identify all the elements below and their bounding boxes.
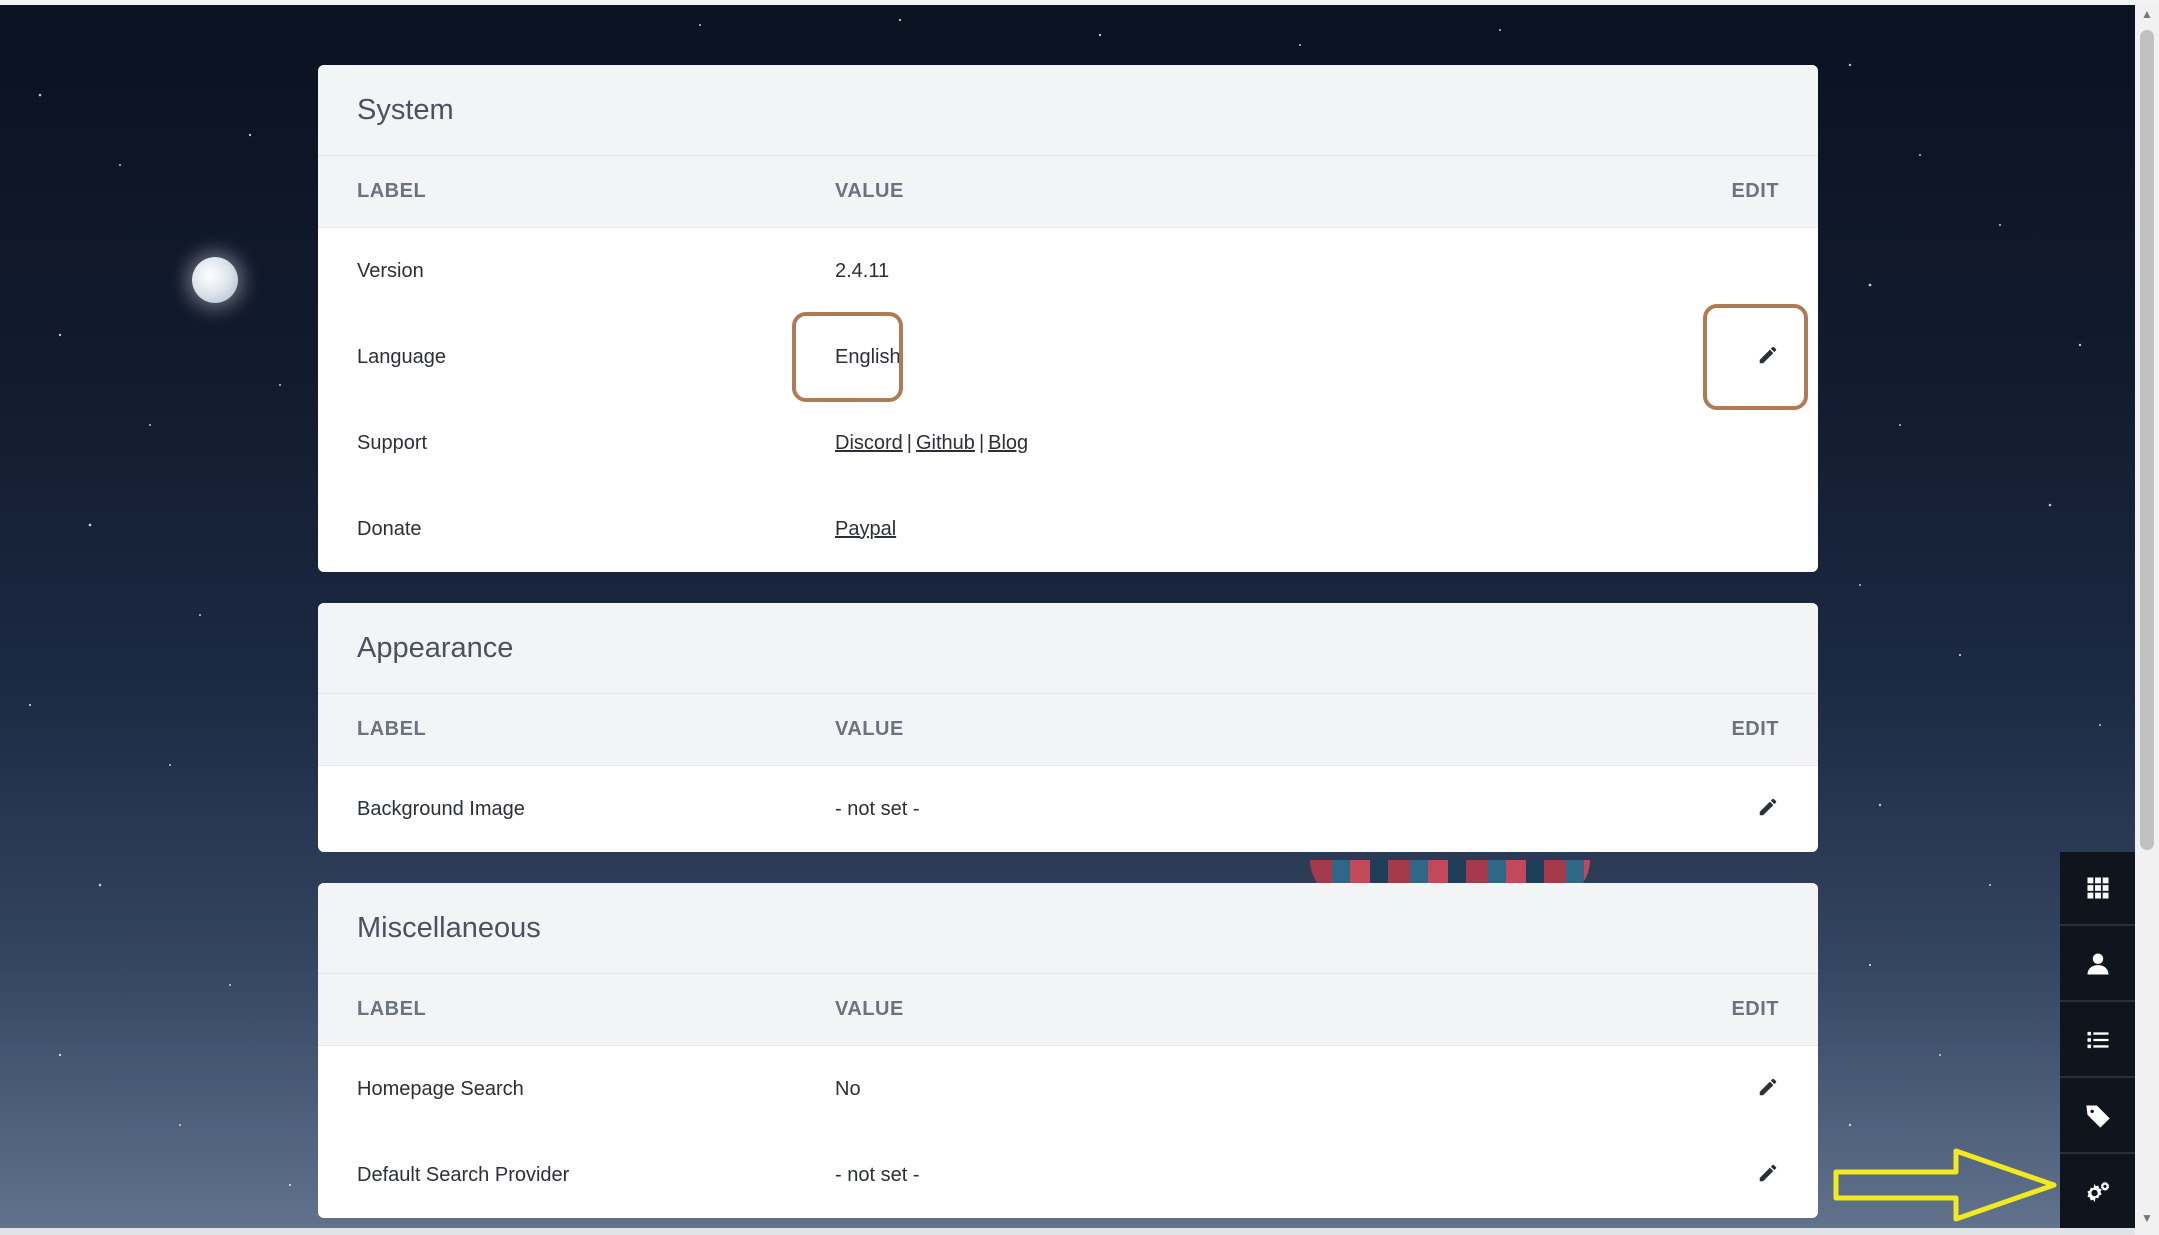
table-row-version: Version 2.4.11	[318, 228, 1818, 314]
value-column-header: VALUE	[835, 180, 904, 202]
system-card-title: System	[357, 93, 454, 126]
miscellaneous-card-header: Miscellaneous	[318, 883, 1818, 974]
list-icon	[2087, 1031, 2108, 1049]
edit-default-search-provider-button[interactable]	[1699, 1162, 1779, 1189]
donate-cell: Paypal	[835, 518, 1699, 541]
table-row-language: Language English	[318, 304, 1818, 410]
label-column-header: LABEL	[357, 998, 427, 1020]
row-label: Donate	[357, 517, 422, 540]
tag-icon	[2085, 1105, 2110, 1128]
scrollbar-thumb[interactable]	[2140, 30, 2154, 850]
row-label: Default Search Provider	[357, 1163, 570, 1186]
table-row-donate: Donate Paypal	[318, 486, 1818, 572]
blog-link[interactable]: Blog	[988, 432, 1028, 454]
pencil-icon	[1759, 346, 1777, 363]
table-row-support: Support Discord | Github | Blog	[318, 400, 1818, 486]
paypal-link[interactable]: Paypal	[835, 518, 896, 540]
apps-grid-button[interactable]	[2060, 852, 2135, 926]
grid-icon	[2087, 877, 2108, 899]
row-label: Version	[357, 259, 424, 282]
tags-button[interactable]	[2060, 1080, 2135, 1154]
list-button[interactable]	[2060, 1004, 2135, 1078]
row-label: Language	[357, 345, 446, 368]
system-table-header: LABEL VALUE EDIT	[318, 156, 1818, 228]
row-label: Homepage Search	[357, 1077, 524, 1100]
support-links: Discord | Github | Blog	[835, 432, 1699, 455]
table-row-background-image: Background Image - not set -	[318, 766, 1818, 852]
moon-image	[192, 257, 238, 303]
row-value: English	[835, 345, 901, 368]
row-value: - not set -	[835, 797, 920, 820]
edit-column-header: EDIT	[1731, 718, 1779, 740]
settings-icon	[2086, 1181, 2109, 1203]
edit-column-header: EDIT	[1731, 998, 1779, 1020]
appearance-table-header: LABEL VALUE EDIT	[318, 694, 1818, 766]
scroll-down-arrow-icon[interactable]: ▼	[2141, 1212, 2153, 1224]
users-button[interactable]	[2060, 928, 2135, 1002]
row-value: 2.4.11	[835, 259, 890, 282]
pencil-icon	[1759, 1078, 1777, 1095]
system-card: System LABEL VALUE EDIT Version 2.4.11 L…	[318, 65, 1818, 572]
value-column-header: VALUE	[835, 998, 904, 1020]
discord-link[interactable]: Discord	[835, 432, 903, 454]
miscellaneous-card: Miscellaneous LABEL VALUE EDIT Homepage …	[318, 883, 1818, 1218]
system-card-header: System	[318, 65, 1818, 156]
scroll-up-arrow-icon[interactable]: ▲	[2141, 8, 2153, 20]
github-link[interactable]: Github	[916, 432, 975, 454]
user-icon	[2087, 953, 2108, 975]
appearance-card-header: Appearance	[318, 603, 1818, 694]
pencil-icon	[1759, 1164, 1777, 1181]
annotation-arrow	[1833, 1148, 2057, 1222]
edit-language-button[interactable]	[1699, 344, 1779, 371]
edit-background-image-button[interactable]	[1699, 796, 1779, 823]
edit-column-header: EDIT	[1731, 180, 1779, 202]
table-row-default-search-provider: Default Search Provider - not set -	[318, 1132, 1818, 1218]
row-value: No	[835, 1077, 861, 1100]
settings-button[interactable]	[2060, 1156, 2135, 1230]
table-row-homepage-search: Homepage Search No	[318, 1046, 1818, 1132]
link-separator: |	[906, 431, 912, 454]
bottom-strip	[0, 1228, 2135, 1235]
row-value: - not set -	[835, 1163, 920, 1186]
miscellaneous-table-header: LABEL VALUE EDIT	[318, 974, 1818, 1046]
edit-homepage-search-button[interactable]	[1699, 1076, 1779, 1103]
row-label: Background Image	[357, 797, 525, 820]
row-label: Support	[357, 431, 428, 454]
pencil-icon	[1759, 798, 1777, 815]
link-separator: |	[978, 431, 985, 454]
appearance-card-title: Appearance	[357, 631, 514, 664]
settings-content: System LABEL VALUE EDIT Version 2.4.11 L…	[318, 65, 1818, 1235]
label-column-header: LABEL	[357, 718, 427, 740]
appearance-card: Appearance LABEL VALUE EDIT Background I…	[318, 603, 1818, 852]
miscellaneous-card-title: Miscellaneous	[357, 911, 541, 944]
value-column-header: VALUE	[835, 718, 904, 740]
label-column-header: LABEL	[357, 180, 427, 202]
